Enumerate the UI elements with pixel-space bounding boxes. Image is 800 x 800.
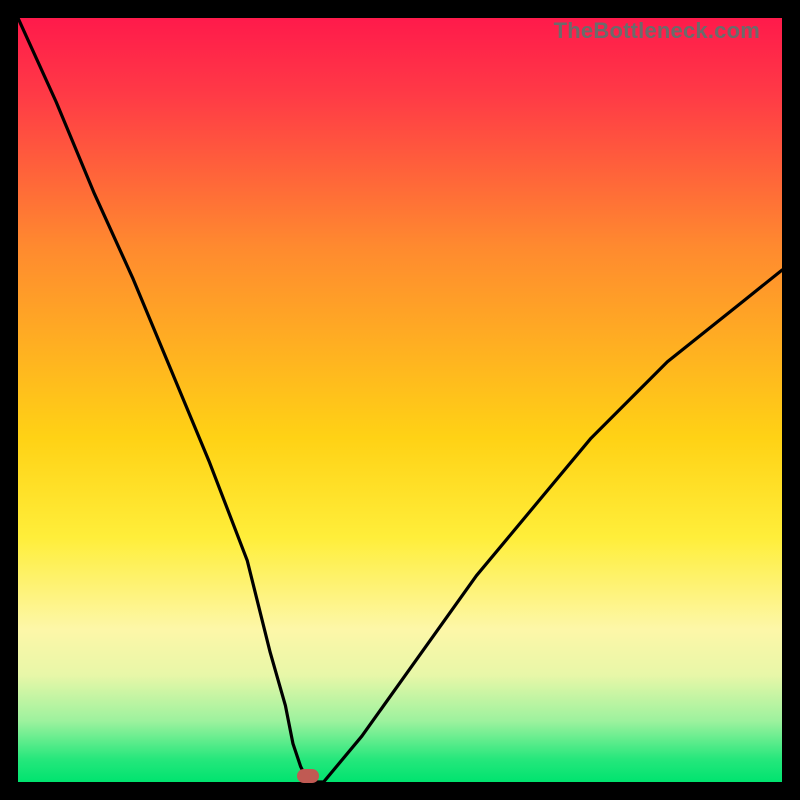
bottleneck-curve-path — [18, 18, 782, 782]
minimum-marker — [297, 769, 319, 783]
chart-plot-area: TheBottleneck.com — [18, 18, 782, 782]
chart-curve — [18, 18, 782, 782]
